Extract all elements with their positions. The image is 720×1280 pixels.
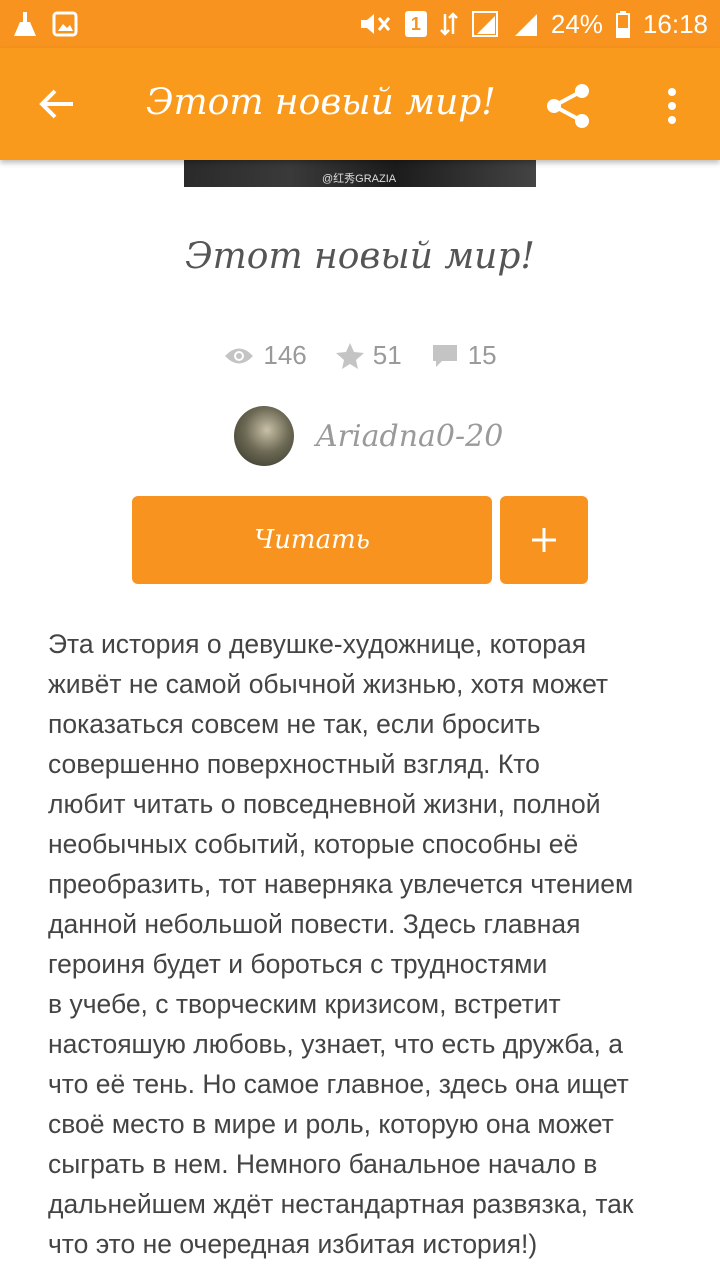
comments-stat: 15 [430, 340, 497, 371]
author-name: Ariadna0-20 [316, 418, 504, 454]
gallery-icon [52, 11, 78, 37]
back-arrow-icon [39, 89, 73, 119]
cleaner-icon [10, 10, 40, 38]
battery-percent: 24% [550, 8, 603, 39]
more-icon [668, 88, 676, 124]
mute-icon [357, 11, 393, 37]
cover-watermark: @红秀GRAZIA [322, 173, 397, 185]
book-description: Эта история о девушке-художнице, которая… [48, 629, 634, 1259]
comment-icon [432, 344, 457, 367]
more-options-button[interactable] [652, 78, 692, 134]
avatar [234, 406, 294, 466]
star-icon [335, 342, 364, 369]
app-bar-title: Этот новый мир! [146, 82, 496, 123]
book-title: Этот новый мир! [185, 236, 535, 277]
book-stats: 146 51 15 [0, 340, 720, 371]
rating-stat: 51 [335, 340, 402, 371]
add-to-library-button[interactable] [500, 496, 588, 584]
share-button[interactable] [540, 78, 596, 134]
signal-icon [511, 10, 539, 38]
plus-icon [532, 528, 556, 552]
battery-icon [615, 10, 631, 38]
clock: 16:18 [642, 8, 708, 39]
author-link[interactable]: Ariadna0-20 [234, 406, 503, 466]
share-icon [547, 84, 589, 128]
comments-count: 15 [467, 340, 497, 370]
app-bar: Этот новый мир! [0, 48, 720, 160]
sim-icon: 1 [404, 11, 427, 37]
read-button[interactable]: Читать [132, 496, 492, 584]
eye-icon [225, 348, 254, 363]
views-stat: 146 [223, 340, 307, 371]
signal-icon [471, 10, 499, 38]
back-button[interactable] [30, 78, 82, 130]
read-button-label: Читать [254, 525, 370, 555]
data-icon [439, 10, 459, 38]
rating-count: 51 [372, 340, 402, 370]
views-count: 146 [263, 340, 307, 370]
status-bar: 1 24% 16:18 [0, 0, 720, 48]
